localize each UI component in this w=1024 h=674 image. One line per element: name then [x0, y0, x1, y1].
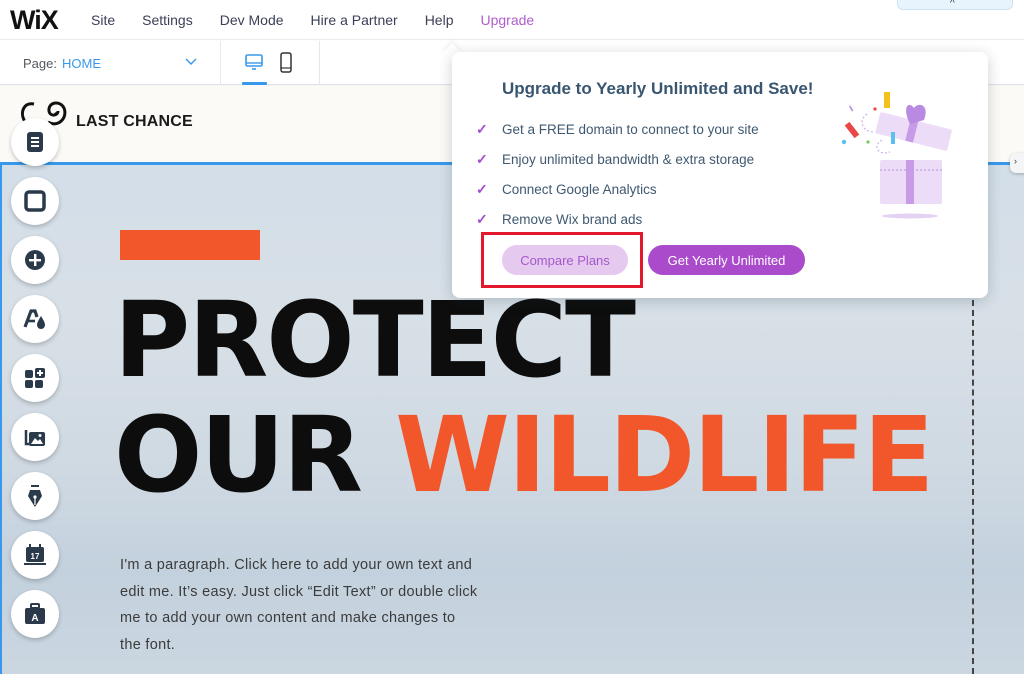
feature-list: ✓ Get a FREE domain to connect to your si… [476, 114, 759, 234]
pages-icon [27, 132, 43, 152]
add-apps-button[interactable] [11, 354, 59, 402]
svg-text:A: A [31, 613, 38, 624]
pen-nib-icon [28, 485, 42, 507]
menu-dev-mode[interactable]: Dev Mode [220, 12, 284, 28]
highlight-annotation [481, 232, 643, 288]
feature-text: Get a FREE domain to connect to your sit… [502, 121, 759, 137]
menus-pages-button[interactable] [11, 118, 59, 166]
menu-help[interactable]: Help [425, 12, 454, 28]
bookings-button[interactable]: 17 [11, 531, 59, 579]
plus-circle-icon [25, 250, 45, 270]
feature-text: Remove Wix brand ads [502, 211, 643, 227]
headline-word-wildlife: WILDLIFE [395, 394, 934, 516]
page-label: Page: [23, 56, 57, 71]
menu-settings[interactable]: Settings [142, 12, 193, 28]
theme-button[interactable] [11, 295, 59, 343]
top-bar: WiX Site Settings Dev Mode Hire a Partne… [0, 0, 1024, 40]
feature-item: ✓ Get a FREE domain to connect to your si… [476, 114, 759, 144]
get-yearly-unlimited-button[interactable]: Get Yearly Unlimited [648, 245, 805, 275]
feature-text: Enjoy unlimited bandwidth & extra storag… [502, 151, 755, 167]
popup-title: Upgrade to Yearly Unlimited and Save! [502, 79, 814, 98]
page-selector[interactable]: Page: HOME [0, 41, 221, 85]
feature-text: Connect Google Analytics [502, 181, 657, 197]
add-button[interactable] [11, 236, 59, 284]
page-value: HOME [62, 56, 101, 71]
chevron-right-icon: › [1014, 156, 1017, 166]
menu-site[interactable]: Site [91, 12, 115, 28]
menu-hire-a-partner[interactable]: Hire a Partner [311, 12, 398, 28]
apps-plus-icon [25, 368, 45, 388]
feature-item: ✓ Enjoy unlimited bandwidth & extra stora… [476, 144, 759, 174]
portfolio-button[interactable]: A [11, 590, 59, 638]
device-switcher [221, 41, 320, 85]
orange-accent-bar[interactable] [120, 230, 260, 260]
top-menu: Site Settings Dev Mode Hire a Partner He… [91, 12, 561, 28]
gift-box-illustration [841, 92, 952, 219]
headline-line-2[interactable]: OUR WILDLIFE [114, 403, 934, 507]
wix-logo[interactable]: WiX [10, 5, 59, 36]
desktop-icon[interactable] [243, 53, 265, 73]
hero-paragraph[interactable]: I'm a paragraph. Click here to add your … [120, 552, 480, 658]
gridline-guide [972, 300, 974, 674]
menu-upgrade[interactable]: Upgrade [480, 12, 534, 28]
checkmark-icon: ✓ [476, 210, 488, 227]
feature-item: ✓ Connect Google Analytics [476, 174, 759, 204]
briefcase-icon: A [25, 603, 45, 624]
checkmark-icon: ✓ [476, 180, 488, 197]
active-device-indicator [242, 82, 267, 85]
site-name: LAST CHANCE [76, 113, 193, 130]
checkmark-icon: ✓ [476, 120, 488, 137]
media-button[interactable] [11, 413, 59, 461]
text-color-icon [23, 309, 45, 329]
selection-border [0, 162, 2, 674]
background-button[interactable] [11, 177, 59, 225]
media-icon [24, 430, 45, 446]
feature-item: ✓ Remove Wix brand ads [476, 204, 759, 234]
checkmark-icon: ✓ [476, 150, 488, 167]
svg-text:17: 17 [31, 552, 40, 561]
calendar-icon: 17 [24, 544, 46, 565]
headline-word-our: OUR [114, 394, 363, 516]
chevron-down-icon [185, 58, 197, 65]
wix-editor: WiX Site Settings Dev Mode Hire a Partne… [0, 0, 1024, 674]
square-icon [24, 190, 46, 212]
blog-button[interactable] [11, 472, 59, 520]
collapse-toolbar-button[interactable]: ^ [897, 0, 1013, 10]
headline-line-1[interactable]: PROTECT [114, 288, 636, 392]
mobile-icon[interactable] [278, 52, 294, 74]
chevron-up-icon: ^ [950, 0, 955, 9]
right-panel-toggle[interactable]: › [1010, 153, 1024, 173]
